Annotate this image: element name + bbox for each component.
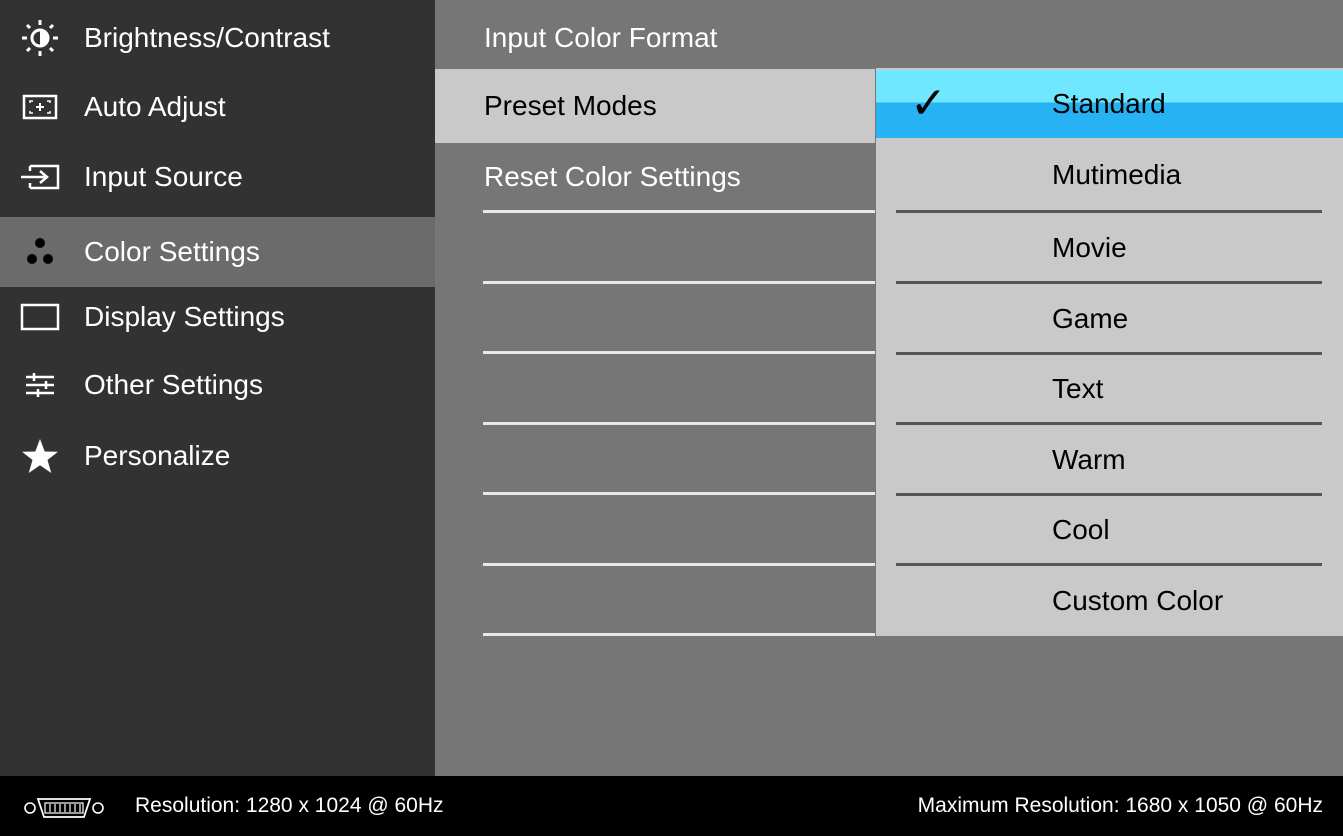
preset-option-label: Game xyxy=(1052,303,1129,334)
menu-item-label: Color Settings xyxy=(84,236,260,267)
input-source-icon xyxy=(16,157,64,197)
preset-option-warm[interactable]: Warm xyxy=(876,425,1343,495)
maximum-resolution: Maximum Resolution: 1680 x 1050 @ 60Hz xyxy=(917,794,1323,817)
vga-connector-icon xyxy=(22,796,106,826)
preset-option-text[interactable]: Text xyxy=(876,354,1343,424)
menu-item-label: Display Settings xyxy=(84,301,285,332)
star-icon xyxy=(16,436,64,476)
menu-item-label: Auto Adjust xyxy=(84,91,226,122)
color-settings-icon xyxy=(16,232,64,272)
divider xyxy=(483,210,875,213)
checkmark-icon: ✓ xyxy=(910,79,947,128)
osd-menu: Brightness/Contrast Auto Adjust Input So… xyxy=(0,0,1343,776)
menu-item-label: Reset Color Settings xyxy=(484,161,741,192)
preset-option-game[interactable]: Game xyxy=(876,284,1343,354)
menu-item-display-settings[interactable]: Display Settings xyxy=(0,282,435,352)
menu-item-label: Personalize xyxy=(84,440,231,471)
auto-adjust-icon xyxy=(16,87,64,127)
current-resolution: Resolution: 1280 x 1024 @ 60Hz xyxy=(135,794,444,817)
preset-option-label: Mutimedia xyxy=(1052,159,1182,190)
divider xyxy=(483,351,875,354)
preset-option-label: Text xyxy=(1052,373,1104,404)
menu-item-input-source[interactable]: Input Source xyxy=(0,142,435,212)
divider xyxy=(483,281,875,284)
preset-option-label: Standard xyxy=(1052,88,1166,119)
preset-option-custom-color[interactable]: Custom Color xyxy=(876,566,1343,636)
status-bar: Resolution: 1280 x 1024 @ 60Hz Maximum R… xyxy=(0,776,1343,836)
menu-item-label: Other Settings xyxy=(84,369,263,400)
menu-item-label: Brightness/Contrast xyxy=(84,22,330,53)
divider xyxy=(483,492,875,495)
menu-item-label: Input Source xyxy=(84,161,243,192)
menu-item-label: Preset Modes xyxy=(484,90,657,121)
preset-option-label: Custom Color xyxy=(1052,585,1224,616)
preset-option-label: Cool xyxy=(1052,514,1110,545)
preset-option-standard[interactable]: ✓ Standard xyxy=(876,70,1343,138)
menu-item-brightness-contrast[interactable]: Brightness/Contrast xyxy=(0,3,435,73)
menu-item-preset-modes[interactable]: Preset Modes xyxy=(435,69,875,143)
divider xyxy=(483,563,875,566)
main-menu: Brightness/Contrast Auto Adjust Input So… xyxy=(0,0,435,776)
menu-item-personalize[interactable]: Personalize xyxy=(0,421,435,491)
brightness-icon xyxy=(16,18,64,58)
menu-item-other-settings[interactable]: Other Settings xyxy=(0,350,435,420)
other-settings-icon xyxy=(16,365,64,405)
divider xyxy=(483,633,875,636)
preset-option-mutimedia[interactable]: Mutimedia xyxy=(876,140,1343,210)
preset-option-label: Movie xyxy=(1052,232,1127,263)
menu-item-label: Input Color Format xyxy=(484,22,718,53)
menu-item-input-color-format[interactable]: Input Color Format xyxy=(435,3,875,73)
preset-option-label: Warm xyxy=(1052,444,1126,475)
display-settings-icon xyxy=(16,297,64,337)
menu-item-color-settings[interactable]: Color Settings xyxy=(0,217,435,287)
preset-modes-submenu: ✓ Standard Mutimedia Movie Game Text War… xyxy=(876,68,1343,636)
menu-item-auto-adjust[interactable]: Auto Adjust xyxy=(0,72,435,142)
preset-option-cool[interactable]: Cool xyxy=(876,495,1343,565)
preset-option-movie[interactable]: Movie xyxy=(876,213,1343,283)
menu-item-reset-color-settings[interactable]: Reset Color Settings xyxy=(435,142,875,212)
divider xyxy=(483,422,875,425)
